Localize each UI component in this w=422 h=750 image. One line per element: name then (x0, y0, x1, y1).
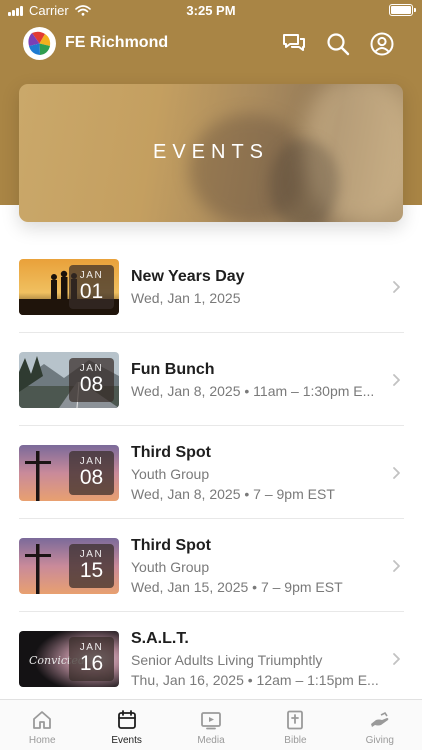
event-row[interactable]: JAN 08 Fun Bunch Wed, Jan 8, 2025 • 11am – … (19, 333, 404, 426)
status-time: 3:25 PM (186, 3, 236, 18)
tab-label: Bible (284, 735, 307, 746)
event-title: New Years Day (131, 268, 245, 285)
tab-label: Events (111, 735, 142, 746)
event-thumbnail: Convicted JAN 16 (19, 631, 119, 687)
bible-icon (253, 709, 337, 731)
event-thumbnail: JAN 01 (19, 259, 119, 315)
event-month: JAN (79, 456, 104, 467)
tab-label: Home (28, 735, 56, 746)
chevron-right-icon (391, 280, 401, 294)
event-day: 08 (79, 466, 104, 489)
event-row[interactable]: JAN 01 New Years Day Wed, Jan 1, 2025 (19, 240, 404, 333)
event-title: Third Spot (131, 444, 211, 461)
media-play-icon (169, 709, 253, 731)
event-detail: Youth Group (131, 559, 210, 575)
events-hero-banner: EVENTS (19, 84, 403, 222)
event-title: Third Spot (131, 537, 211, 554)
tab-giving[interactable]: Giving (338, 700, 422, 750)
event-detail: Wed, Jan 15, 2025 • 7 – 9pm EST (131, 579, 343, 595)
event-day: 01 (79, 280, 104, 303)
event-detail: Thu, Jan 16, 2025 • 12am – 1:15pm E... (131, 672, 379, 688)
event-detail: Youth Group (131, 466, 210, 482)
app-bar: FE Richmond (0, 26, 422, 62)
church-logo[interactable] (23, 27, 56, 60)
giving-hand-icon (338, 709, 422, 731)
event-thumbnail: JAN 08 (19, 352, 119, 408)
chevron-right-icon (391, 652, 401, 666)
event-detail: Wed, Jan 8, 2025 • 11am – 1:30pm E... (131, 383, 375, 399)
event-day: 08 (79, 373, 104, 396)
calendar-icon (84, 709, 168, 731)
event-month: JAN (79, 642, 104, 653)
event-thumbnail: JAN 15 (19, 538, 119, 594)
tab-label: Media (197, 735, 225, 746)
event-detail: Senior Adults Living Triumphtly (131, 652, 323, 668)
event-month: JAN (79, 363, 104, 374)
event-thumbnail: JAN 08 (19, 445, 119, 501)
event-row[interactable]: JAN 08 Third Spot Youth Group Wed, Jan 8, 20… (19, 426, 404, 519)
tab-bible[interactable]: Bible (253, 700, 337, 750)
chat-bubbles-icon[interactable] (281, 31, 307, 57)
home-icon (0, 709, 84, 731)
tab-media[interactable]: Media (169, 700, 253, 750)
battery-icon (389, 4, 416, 16)
tab-bar: Home Events Media Bible Giving (0, 699, 422, 750)
tab-events[interactable]: Events (84, 700, 168, 750)
event-date-badge: JAN 15 (69, 544, 114, 588)
event-month: JAN (79, 549, 104, 560)
event-list: JAN 01 New Years Day Wed, Jan 1, 2025 JAN 08 F… (19, 240, 404, 705)
hero-title: EVENTS (152, 141, 270, 163)
event-month: JAN (79, 270, 104, 281)
event-row[interactable]: JAN 15 Third Spot Youth Group Wed, Jan 15, 2… (19, 519, 404, 612)
event-title: Fun Bunch (131, 361, 215, 378)
chevron-right-icon (391, 373, 401, 387)
event-date-badge: JAN 16 (69, 637, 114, 681)
chevron-right-icon (391, 559, 401, 573)
chevron-right-icon (391, 466, 401, 480)
status-bar: Carrier 3:25 PM (0, 0, 422, 22)
event-day: 15 (79, 559, 104, 582)
event-date-badge: JAN 01 (69, 265, 114, 309)
event-date-badge: JAN 08 (69, 358, 114, 402)
search-icon[interactable] (325, 31, 351, 57)
event-title: S.A.L.T. (131, 630, 189, 647)
event-detail: Wed, Jan 8, 2025 • 7 – 9pm EST (131, 486, 335, 502)
app-title: FE Richmond (65, 34, 169, 51)
profile-icon[interactable] (369, 31, 395, 57)
event-row[interactable]: Convicted JAN 16 S.A.L.T. Senior Adults Livi… (19, 612, 404, 705)
event-detail: Wed, Jan 1, 2025 (131, 290, 241, 306)
event-date-badge: JAN 08 (69, 451, 114, 495)
tab-home[interactable]: Home (0, 700, 84, 750)
event-day: 16 (79, 652, 104, 675)
tab-label: Giving (365, 735, 394, 746)
